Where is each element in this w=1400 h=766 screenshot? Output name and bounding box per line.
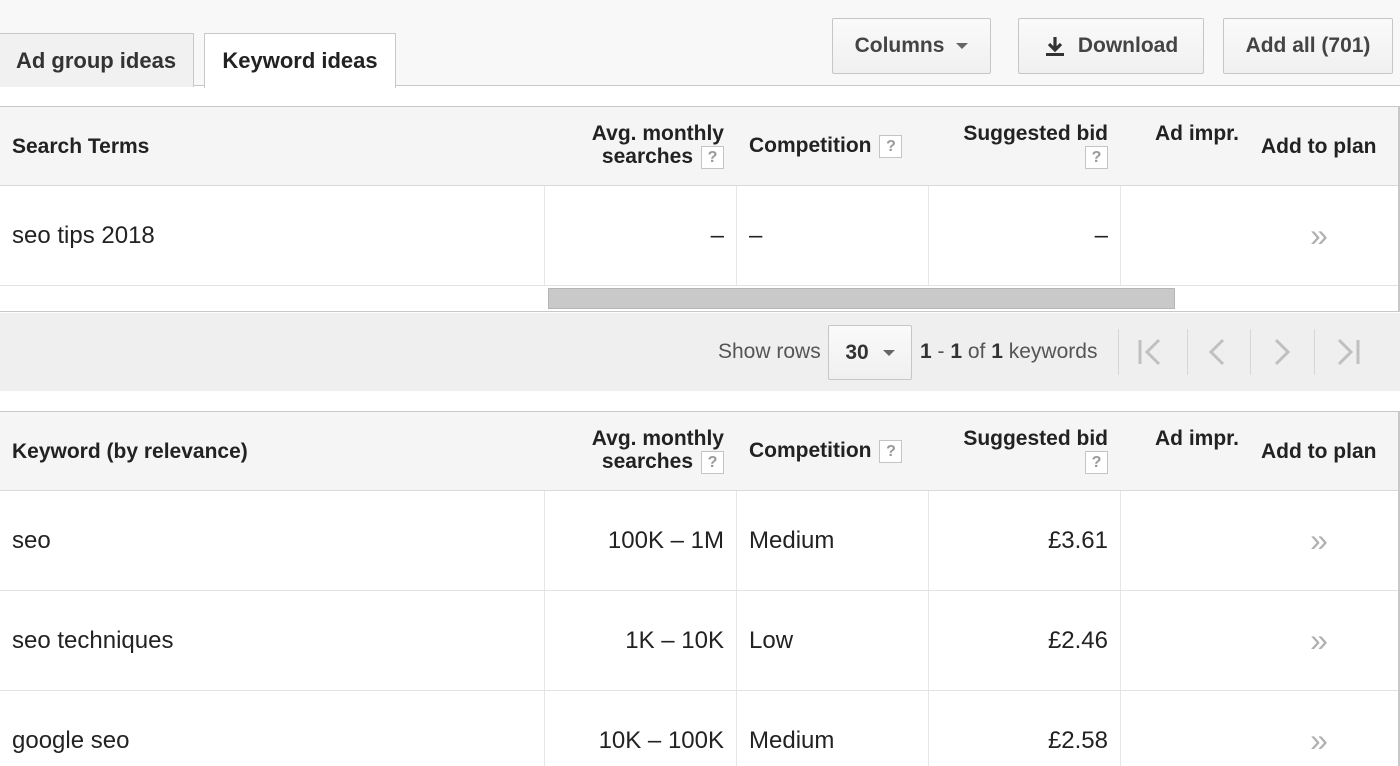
competition: Low	[749, 626, 794, 654]
avg-monthly-searches: 100K – 1M	[607, 526, 724, 554]
top-bar: Ad group ideas Keyword ideas Columns Dow…	[0, 0, 1400, 88]
scrollbar-thumb[interactable]	[548, 288, 1175, 309]
show-rows-label: Show rows	[718, 340, 821, 363]
competition: –	[749, 221, 763, 249]
col-ad-impr[interactable]: Ad impr.	[1155, 122, 1239, 145]
table-row: seo 100K – 1M Medium £3.61 »	[0, 491, 1398, 591]
search-terms-table: Search Terms Avg. monthly searches? Comp…	[0, 106, 1400, 312]
suggested-bid: £2.58	[1047, 726, 1108, 754]
avg-monthly-searches: –	[710, 221, 724, 249]
columns-button[interactable]: Columns	[832, 18, 991, 74]
page-range: 1 - 1 of 1 keywords	[920, 340, 1098, 363]
keyword: seo techniques	[12, 626, 174, 654]
download-button[interactable]: Download	[1018, 18, 1204, 74]
tab-keyword-ideas[interactable]: Keyword ideas	[204, 33, 396, 88]
search-term: seo tips 2018	[12, 221, 155, 249]
keyword: google seo	[12, 726, 130, 754]
add-to-plan-icon[interactable]: »	[1306, 591, 1332, 690]
suggested-bid: –	[1094, 221, 1108, 249]
keyword-ideas-header: Keyword (by relevance) Avg. monthly sear…	[0, 412, 1398, 491]
avg-monthly-searches: 1K – 10K	[625, 626, 724, 654]
download-icon	[1045, 37, 1064, 56]
chevron-right-icon	[1274, 338, 1291, 366]
col-avg-monthly-searches[interactable]: Avg. monthly searches?	[592, 122, 724, 169]
last-page-icon	[1337, 338, 1360, 366]
last-page-button[interactable]	[1318, 313, 1378, 391]
rows-per-page-value: 30	[845, 340, 869, 364]
help-icon[interactable]: ?	[701, 145, 724, 169]
col-add-to-plan: Add to plan	[1261, 135, 1377, 158]
keyword: seo	[12, 526, 51, 554]
chevron-down-icon	[956, 43, 969, 49]
col-suggested-bid[interactable]: Suggested bid ?	[963, 122, 1108, 169]
add-all-label: Add all (701)	[1245, 34, 1371, 57]
col-add-to-plan: Add to plan	[1261, 440, 1377, 463]
next-page-button[interactable]	[1251, 313, 1311, 391]
col-keyword-by-relevance[interactable]: Keyword (by relevance)	[12, 440, 248, 463]
suggested-bid: £3.61	[1047, 526, 1108, 554]
columns-label: Columns	[854, 34, 945, 57]
search-terms-header: Search Terms Avg. monthly searches? Comp…	[0, 107, 1398, 186]
first-page-icon	[1138, 338, 1161, 366]
competition: Medium	[749, 726, 835, 754]
add-all-button[interactable]: Add all (701)	[1223, 18, 1393, 74]
add-to-plan-icon[interactable]: »	[1306, 491, 1332, 590]
help-icon[interactable]: ?	[1085, 145, 1108, 169]
download-label: Download	[1077, 34, 1179, 57]
col-competition[interactable]: Competition?	[749, 439, 903, 463]
chevron-left-icon	[1208, 338, 1225, 366]
help-icon[interactable]: ?	[1085, 450, 1108, 474]
suggested-bid: £2.46	[1047, 626, 1108, 654]
col-suggested-bid[interactable]: Suggested bid ?	[963, 427, 1108, 474]
previous-page-button[interactable]	[1188, 313, 1248, 391]
table-row: google seo 10K – 100K Medium £2.58 »	[0, 691, 1398, 766]
horizontal-scrollbar[interactable]	[0, 286, 1398, 312]
col-ad-impr[interactable]: Ad impr.	[1155, 427, 1239, 450]
help-icon[interactable]: ?	[879, 134, 903, 158]
help-icon[interactable]: ?	[879, 439, 903, 463]
chevron-down-icon	[882, 349, 895, 356]
col-competition[interactable]: Competition?	[749, 134, 903, 158]
tab-ad-group-ideas[interactable]: Ad group ideas	[0, 33, 194, 87]
keyword-ideas-table: Keyword (by relevance) Avg. monthly sear…	[0, 411, 1400, 766]
add-to-plan-icon[interactable]: »	[1306, 691, 1332, 766]
help-icon[interactable]: ?	[701, 450, 724, 474]
table-row: seo tips 2018 – – – »	[0, 186, 1398, 286]
competition: Medium	[749, 526, 835, 554]
add-to-plan-icon[interactable]: »	[1306, 186, 1332, 285]
avg-monthly-searches: 10K – 100K	[598, 726, 724, 754]
col-avg-monthly-searches[interactable]: Avg. monthly searches?	[592, 427, 724, 474]
first-page-button[interactable]	[1120, 313, 1180, 391]
rows-per-page-select[interactable]: 30	[828, 325, 912, 380]
pagination-bar: Show rows 30 1 - 1 of 1 keywords	[0, 313, 1400, 391]
table-row: seo techniques 1K – 10K Low £2.46 »	[0, 591, 1398, 691]
col-search-terms[interactable]: Search Terms	[12, 135, 149, 158]
